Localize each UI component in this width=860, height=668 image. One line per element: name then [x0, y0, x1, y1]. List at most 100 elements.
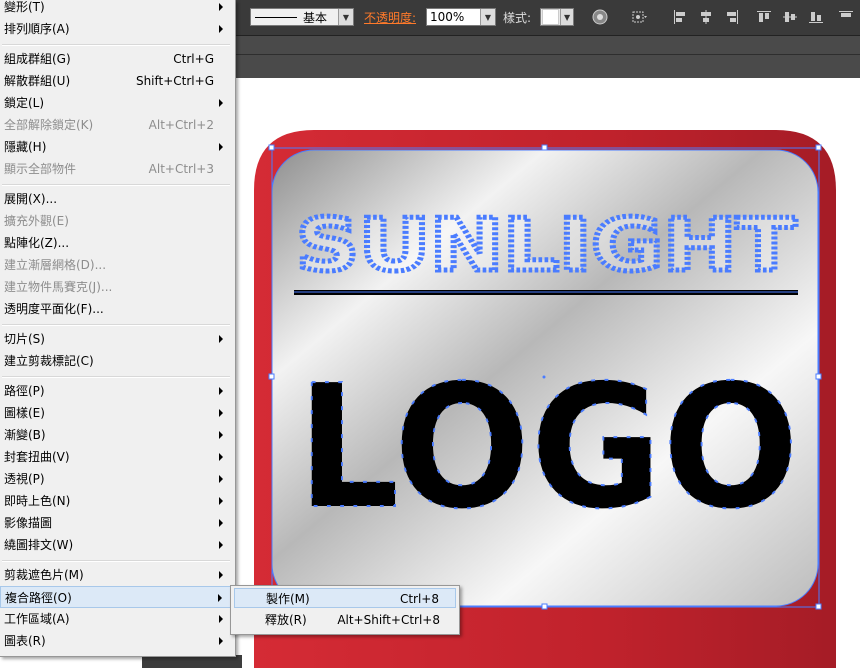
opacity-input[interactable]: 100% ▼ — [426, 8, 496, 26]
stroke-profile-select[interactable]: 基本 ▼ — [250, 8, 354, 26]
menu-item-label: 透視(P) — [4, 472, 45, 486]
menu-item[interactable]: 解散群組(U) Shift+Ctrl+G — [0, 70, 232, 92]
submenu-arrow-icon — [219, 409, 223, 417]
submenu-item-shortcut: Ctrl+8 — [399, 592, 439, 606]
menu-item-label: 點陣化(Z)... — [4, 236, 70, 250]
menu-separator — [2, 376, 230, 378]
select-similar-icon[interactable] — [632, 9, 648, 25]
tab-divider — [235, 54, 860, 55]
submenu-arrow-icon — [219, 431, 223, 439]
menu-item-label: 建立剪裁標記(C) — [4, 354, 94, 368]
menu-item-label: 繞圖排文(W) — [4, 538, 74, 552]
chevron-down-icon[interactable]: ▼ — [338, 9, 353, 25]
align-left-icon[interactable] — [672, 9, 688, 25]
menu-item-shortcut: Alt+Ctrl+2 — [148, 118, 214, 132]
menu-separator — [2, 560, 230, 562]
recolor-artwork-icon[interactable] — [592, 9, 608, 25]
menu-item-label: 透明度平面化(F)... — [4, 302, 104, 316]
menu-item[interactable]: 組成群組(G) Ctrl+G — [0, 48, 232, 70]
align-center-icon[interactable] — [698, 9, 714, 25]
submenu-item-label: 釋放(R) — [265, 613, 307, 627]
menu-item[interactable]: 複合路徑(O) — [0, 586, 232, 608]
menu-item[interactable]: 繞圖排文(W) — [0, 534, 232, 556]
align-middle-icon[interactable] — [782, 9, 798, 25]
menu-item[interactable]: 圖表(R) — [0, 630, 232, 652]
menu-item[interactable]: 切片(S) — [0, 328, 232, 350]
stroke-line-preview — [255, 16, 297, 18]
menu-item-label: 切片(S) — [4, 332, 45, 346]
menu-item[interactable]: 封套扭曲(V) — [0, 446, 232, 468]
menu-item[interactable]: 建立剪裁標記(C) — [0, 350, 232, 372]
logo-main-text: LOGO — [297, 349, 799, 547]
object-menu: 變形(T) 排列順序(A) 組成群組(G) Ctrl+G 解散群組(U) Shift+Ct… — [0, 0, 236, 657]
menu-item-label: 封套扭曲(V) — [4, 450, 70, 464]
menu-item-label: 解散群組(U) — [4, 74, 71, 88]
compound-path-submenu: 製作(M) Ctrl+8 釋放(R) Alt+Shift+Ctrl+8 — [230, 585, 460, 635]
submenu-arrow-icon — [219, 453, 223, 461]
menu-separator — [2, 184, 230, 186]
submenu-item-shortcut: Alt+Shift+Ctrl+8 — [337, 613, 440, 627]
menu-item-label: 變形(T) — [4, 0, 45, 14]
menu-item[interactable]: 隱藏(H) — [0, 136, 232, 158]
menu-item-label: 全部解除鎖定(K) — [4, 118, 94, 132]
submenu-item[interactable]: 製作(M) Ctrl+8 — [234, 588, 456, 608]
menu-item[interactable]: 點陣化(Z)... — [0, 232, 232, 254]
submenu-arrow-icon — [219, 335, 223, 343]
center-point — [542, 375, 546, 379]
distribute-icon[interactable] — [838, 9, 854, 25]
menu-separator — [2, 324, 230, 326]
menu-item-label: 路徑(P) — [4, 384, 45, 398]
menu-item: 建立物件馬賽克(J)... — [0, 276, 232, 298]
style-swatch-select[interactable]: ▼ — [540, 8, 574, 26]
submenu-arrow-icon — [219, 497, 223, 505]
menu-item-label: 剪裁遮色片(M) — [4, 568, 84, 582]
menu-item[interactable]: 展開(X)... — [0, 188, 232, 210]
menu-item-label: 擴充外觀(E) — [4, 214, 69, 228]
menu-item[interactable]: 變形(T) — [0, 0, 232, 18]
submenu-arrow-icon — [219, 3, 223, 11]
submenu-arrow-icon — [219, 99, 223, 107]
menu-item[interactable]: 工作區域(A) — [0, 608, 232, 630]
menu-item[interactable]: 圖樣(E) — [0, 402, 232, 424]
menu-item[interactable]: 排列順序(A) — [0, 18, 232, 40]
submenu-arrow-icon — [219, 143, 223, 151]
align-bottom-icon[interactable] — [808, 9, 824, 25]
menu-item-label: 展開(X)... — [4, 192, 58, 206]
style-swatch — [542, 9, 560, 25]
menu-item: 顯示全部物件 Alt+Ctrl+3 — [0, 158, 232, 180]
menu-item-label: 即時上色(N) — [4, 494, 71, 508]
chevron-down-icon[interactable]: ▼ — [560, 9, 573, 25]
stroke-profile-label: 基本 — [303, 10, 328, 25]
menu-separator — [2, 44, 230, 46]
logo-top-text: SUNLIGHT — [296, 203, 796, 287]
menu-item[interactable]: 鎖定(L) — [0, 92, 232, 114]
menu-item-label: 工作區域(A) — [4, 612, 70, 626]
menu-item[interactable]: 漸變(B) — [0, 424, 232, 446]
menu-item-label: 影像描圖 — [4, 516, 53, 530]
submenu-arrow-icon — [219, 25, 223, 33]
menu-item-label: 排列順序(A) — [4, 22, 70, 36]
menu-item-label: 組成群組(G) — [4, 52, 71, 66]
opacity-label[interactable]: 不透明度: — [364, 0, 416, 35]
align-top-icon[interactable] — [756, 9, 772, 25]
menu-item[interactable]: 影像描圖 — [0, 512, 232, 534]
menu-item[interactable]: 剪裁遮色片(M) — [0, 564, 232, 586]
submenu-item-label: 製作(M) — [266, 592, 310, 606]
align-right-icon[interactable] — [724, 9, 740, 25]
menu-item-label: 鎖定(L) — [4, 96, 45, 110]
menu-item-shortcut: Ctrl+G — [173, 52, 214, 66]
submenu-arrow-icon — [219, 637, 223, 645]
menu-item-label: 隱藏(H) — [4, 140, 47, 154]
menu-item[interactable]: 透明度平面化(F)... — [0, 298, 232, 320]
submenu-arrow-icon — [219, 541, 223, 549]
menu-item[interactable]: 透視(P) — [0, 468, 232, 490]
menu-item: 擴充外觀(E) — [0, 210, 232, 232]
submenu-item[interactable]: 釋放(R) Alt+Shift+Ctrl+8 — [234, 610, 456, 630]
submenu-arrow-icon — [218, 594, 222, 602]
menu-item-label: 圖樣(E) — [4, 406, 45, 420]
menu-item[interactable]: 即時上色(N) — [0, 490, 232, 512]
menu-item-shortcut: Alt+Ctrl+3 — [148, 162, 214, 176]
menu-item[interactable]: 路徑(P) — [0, 380, 232, 402]
opacity-value: 100% — [430, 10, 465, 24]
chevron-down-icon[interactable]: ▼ — [480, 9, 495, 25]
